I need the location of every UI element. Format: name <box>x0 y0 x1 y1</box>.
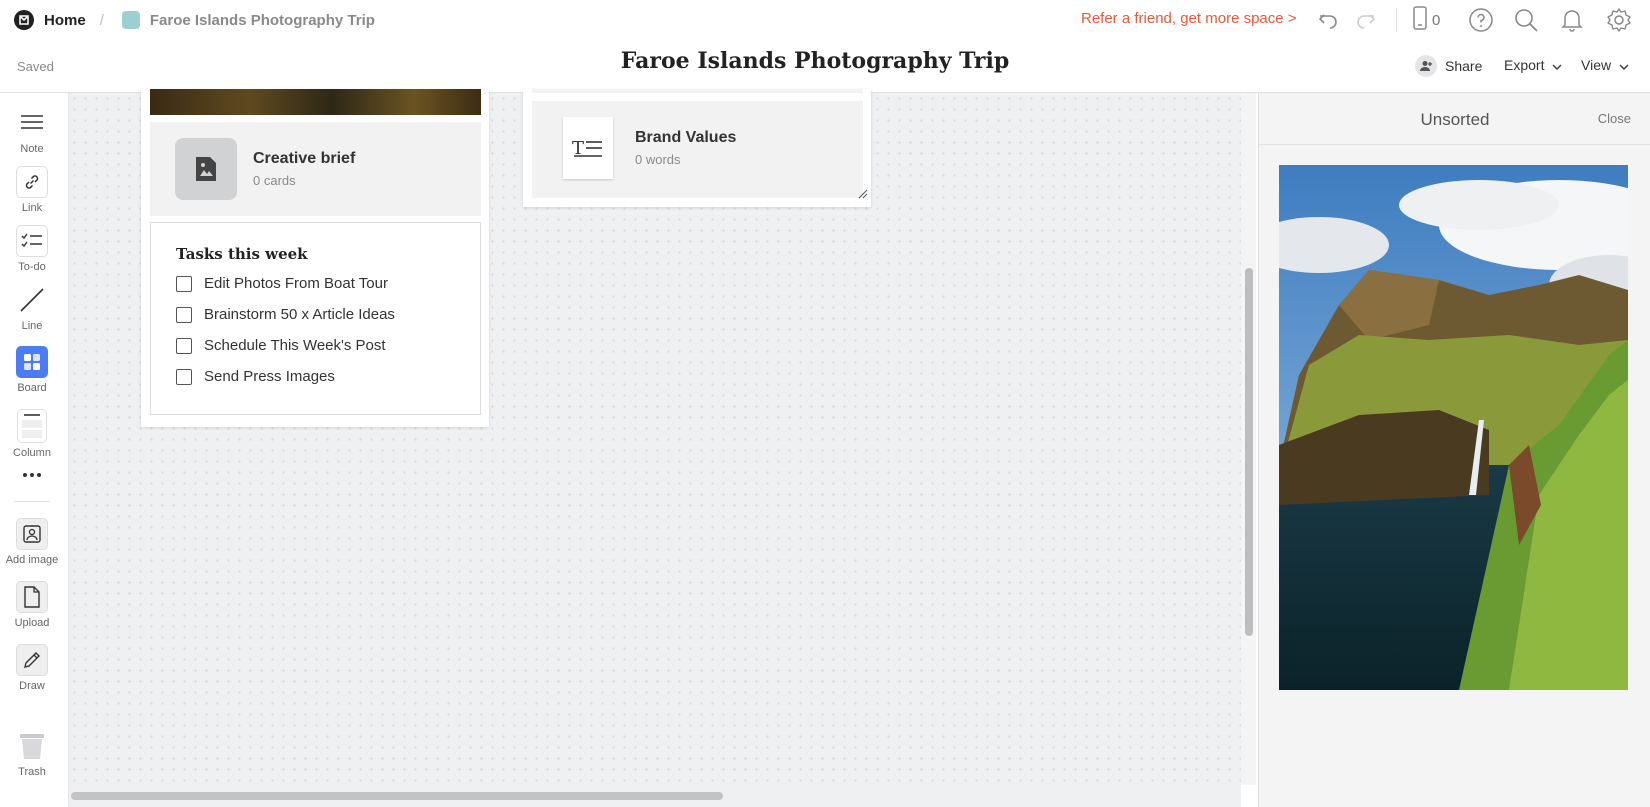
tool-add-image[interactable]: Add image <box>0 518 64 566</box>
board-color-icon <box>121 11 140 29</box>
more-tools-button[interactable] <box>0 468 64 482</box>
refer-friend-link[interactable]: Refer a friend, get more space > <box>1081 10 1297 27</box>
chevron-down-icon <box>1552 57 1562 73</box>
image-file-icon <box>175 138 237 200</box>
image-card-preview[interactable] <box>150 89 481 115</box>
unsorted-title: Unsorted <box>1420 110 1490 129</box>
tool-upload[interactable]: Upload <box>0 581 64 629</box>
tool-label: Add image <box>5 554 59 566</box>
add-user-icon <box>1415 55 1437 77</box>
share-label: Share <box>1445 58 1483 74</box>
view-menu[interactable]: View <box>1581 57 1629 73</box>
column-card[interactable]: Creative brief 0 cards Tasks this week E… <box>141 89 489 427</box>
toolbar-divider <box>1396 8 1397 32</box>
todo-icon <box>16 225 48 257</box>
horizontal-scrollbar[interactable] <box>71 792 723 800</box>
link-icon <box>16 166 48 198</box>
note-icon <box>16 107 48 139</box>
mobile-icon <box>1412 5 1428 35</box>
todo-checkbox[interactable] <box>176 337 192 354</box>
tool-note[interactable]: Note <box>0 107 64 155</box>
tool-column[interactable]: Column <box>0 409 64 459</box>
todo-item[interactable]: Brainstorm 50 x Article Ideas <box>176 306 395 323</box>
unsorted-header: Unsorted Close <box>1259 93 1650 145</box>
search-icon[interactable] <box>1512 6 1540 34</box>
card-title: Brand Values <box>635 129 737 146</box>
column-card[interactable]: T Brand Values 0 words <box>523 89 871 207</box>
tool-draw[interactable]: Draw <box>0 644 64 692</box>
line-icon <box>16 284 48 316</box>
more-icon <box>16 468 48 482</box>
tool-label: Upload <box>14 617 50 629</box>
help-icon[interactable] <box>1467 6 1495 34</box>
tool-board[interactable]: Board <box>0 346 64 394</box>
chevron-down-icon <box>1619 57 1629 73</box>
text-document-icon: T <box>563 117 613 179</box>
tool-line[interactable]: Line <box>0 284 64 332</box>
tool-trash[interactable]: Trash <box>0 730 64 778</box>
device-count: 0 <box>1432 11 1441 29</box>
pencil-icon <box>16 644 48 676</box>
todo-label: Brainstorm 50 x Article Ideas <box>204 306 395 323</box>
tool-label: Column <box>13 447 51 459</box>
board-card-creative-brief[interactable]: Creative brief 0 cards <box>150 122 481 216</box>
tool-label: To-do <box>18 261 46 273</box>
undo-icon[interactable] <box>1314 6 1342 34</box>
left-toolbar: Note Link To-do Line Board Column Add im… <box>0 93 69 807</box>
upload-icon <box>16 581 48 613</box>
tool-label: Trash <box>18 766 46 778</box>
breadcrumb-board-link[interactable]: Faroe Islands Photography Trip <box>150 12 375 29</box>
todo-item[interactable]: Send Press Images <box>176 368 335 385</box>
todo-checkbox[interactable] <box>176 275 192 292</box>
close-button[interactable]: Close <box>1598 111 1631 126</box>
page-title[interactable]: Faroe Islands Photography Trip <box>0 48 1630 74</box>
redo-icon[interactable] <box>1352 6 1380 34</box>
todo-card[interactable]: Tasks this week Edit Photos From Boat To… <box>150 222 481 415</box>
breadcrumb: Home / Faroe Islands Photography Trip <box>14 9 375 31</box>
tool-label: Link <box>21 202 43 214</box>
gear-icon[interactable] <box>1605 6 1633 34</box>
card-meta: 0 cards <box>253 173 296 188</box>
todo-label: Schedule This Week's Post <box>204 337 386 354</box>
todo-checkbox[interactable] <box>176 368 192 385</box>
todo-label: Send Press Images <box>204 368 335 385</box>
card-divider <box>532 89 863 93</box>
resize-handle-icon[interactable] <box>858 186 868 204</box>
add-image-icon <box>16 518 48 550</box>
tool-todo[interactable]: To-do <box>0 225 64 273</box>
bell-icon[interactable] <box>1558 6 1586 34</box>
app-window: Home / Faroe Islands Photography Trip Re… <box>0 0 1650 807</box>
export-menu[interactable]: Export <box>1504 57 1562 73</box>
todo-item[interactable]: Schedule This Week's Post <box>176 337 386 354</box>
home-link[interactable]: Home <box>44 12 86 29</box>
view-label: View <box>1581 57 1612 73</box>
todo-label: Edit Photos From Boat Tour <box>204 275 388 292</box>
tool-label: Board <box>17 382 47 394</box>
board-icon <box>16 346 48 378</box>
card-title: Creative brief <box>253 150 356 167</box>
trash-icon <box>16 730 48 762</box>
tool-label: Draw <box>19 680 45 692</box>
mobile-devices-button[interactable]: 0 <box>1412 5 1458 35</box>
todo-checkbox[interactable] <box>176 306 192 323</box>
export-label: Export <box>1504 57 1545 73</box>
todo-title: Tasks this week <box>176 245 308 263</box>
app-logo-icon[interactable] <box>14 10 34 30</box>
note-card-brand-values[interactable]: T Brand Values 0 words <box>532 101 863 198</box>
share-button[interactable]: Share <box>1415 55 1482 77</box>
card-meta: 0 words <box>635 152 681 167</box>
breadcrumb-separator: / <box>99 11 104 29</box>
todo-item[interactable]: Edit Photos From Boat Tour <box>176 275 388 292</box>
tool-label: Note <box>20 143 44 155</box>
tool-label: Line <box>21 320 43 332</box>
landscape-photo <box>1279 165 1628 690</box>
tool-link[interactable]: Link <box>0 166 64 214</box>
vertical-scrollbar[interactable] <box>1245 268 1253 636</box>
unsorted-panel: Unsorted Close <box>1258 93 1650 807</box>
top-bar: Home / Faroe Islands Photography Trip Re… <box>0 0 1650 93</box>
unsorted-image-card[interactable] <box>1279 165 1628 690</box>
toolbar-divider <box>14 501 50 502</box>
column-icon <box>17 409 47 443</box>
board-canvas[interactable]: Creative brief 0 cards Tasks this week E… <box>69 89 1241 785</box>
